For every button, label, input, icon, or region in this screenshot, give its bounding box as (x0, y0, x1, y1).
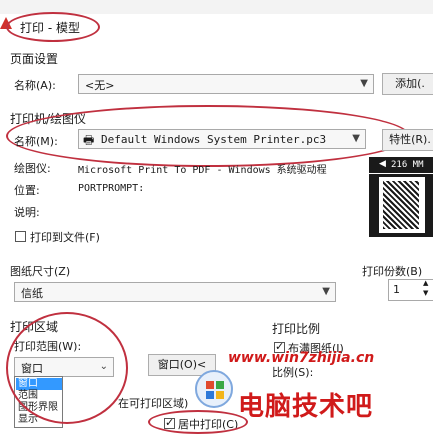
plotter-label: 绘图仪: (14, 162, 51, 175)
highlight-ring-title (6, 12, 100, 42)
offset-hint: 在可打印区域) (118, 397, 189, 410)
paper-size-value: 信纸 (21, 287, 43, 300)
page-setup-name-select[interactable]: <无> ▼ (78, 74, 374, 94)
watermark-brand: 电脑技术吧 (238, 392, 374, 422)
page-setup-name-label: 名称(A): (14, 79, 56, 92)
plot-scale-label: 打印比例 (272, 322, 321, 336)
highlight-ring-center (148, 410, 248, 434)
printer-name-label: 名称(M): (14, 135, 58, 148)
plotter-value: Microsoft Print To PDF - Windows 系统驱动程 (78, 165, 327, 176)
printer-name-value: Default Windows System Printer.pc3 (101, 133, 327, 146)
copies-input[interactable]: 1 ▲ ▼ (388, 279, 433, 301)
description-label: 说明: (14, 206, 40, 219)
page-setup-label: 页面设置 (10, 52, 59, 66)
preview-dimension: 216 MM ◀ (369, 159, 433, 174)
paper-size-select[interactable]: 信纸 ▼ (14, 282, 336, 302)
add-page-setup-button[interactable]: 添加(. (382, 73, 433, 95)
preview-printable-area (383, 181, 419, 229)
arrow-left-icon: ◀ (379, 159, 386, 169)
copies-value: 1 (393, 283, 400, 296)
printer-name-select[interactable]: Default Windows System Printer.pc3 🖶 ▼ (78, 129, 366, 149)
paper-size-label: 图纸尺寸(Z) (10, 265, 71, 278)
spin-up-icon[interactable]: ▲ (423, 279, 428, 287)
watermark-url: www.win7zhijia.cn (228, 350, 375, 366)
windows-logo-icon (195, 370, 233, 408)
scale-ratio-label: 比例(S): (272, 366, 314, 379)
location-value: PORTPROMPT: (78, 183, 145, 194)
highlight-ring-plot-area (6, 312, 128, 424)
print-to-file-label: 打印到文件(F) (30, 231, 100, 244)
printer-icon: 🖶 (83, 133, 95, 147)
printer-properties-button[interactable]: 特性(R). (382, 129, 433, 151)
copies-label: 打印份数(B) (362, 265, 423, 278)
location-label: 位置: (14, 184, 40, 197)
page-setup-name-value: <无> (85, 79, 115, 92)
chevron-down-icon: ▼ (352, 133, 360, 144)
print-to-file-checkbox[interactable] (15, 231, 26, 242)
spin-down-icon[interactable]: ▼ (423, 289, 428, 297)
chevron-down-icon: ▼ (322, 286, 330, 297)
chevron-down-icon: ▼ (360, 78, 368, 89)
